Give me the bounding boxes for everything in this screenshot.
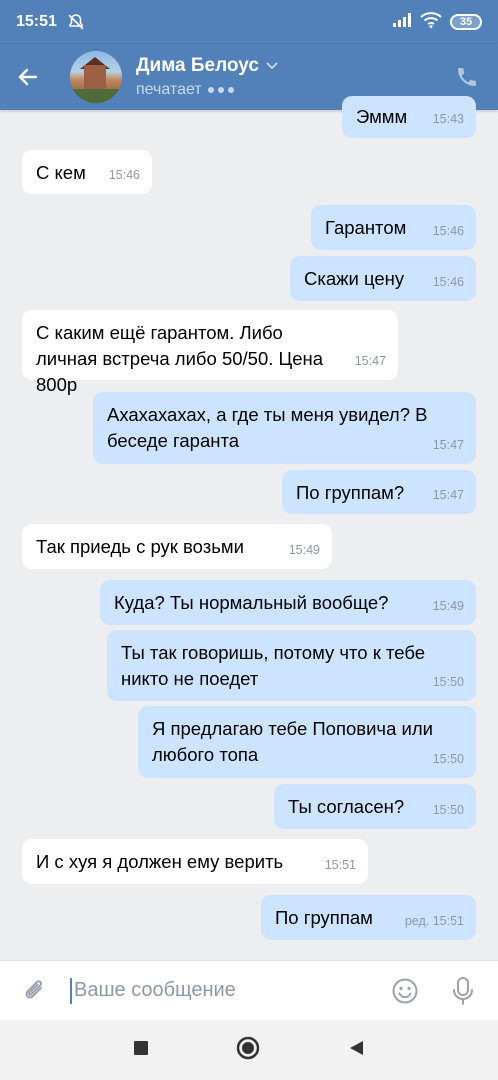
message-composer: Ваше сообщение xyxy=(0,960,498,1020)
chat-title[interactable]: Дима Белоус печатает xyxy=(136,55,279,99)
message-text: С каким ещё гарантом. Либо личная встреч… xyxy=(36,322,324,395)
message-time: ред. 15:51 xyxy=(404,914,464,928)
home-button[interactable] xyxy=(236,1036,260,1065)
voice-message-button[interactable] xyxy=(446,974,480,1008)
message-bubble[interactable]: По группам ред. 15:51 xyxy=(261,895,476,940)
battery-icon: 35 xyxy=(450,14,482,30)
microphone-icon xyxy=(453,976,473,1005)
message-bubble[interactable]: Ты так говоришь, потому что к тебе никто… xyxy=(107,630,476,701)
typing-status: печатает xyxy=(136,81,202,98)
message-bubble[interactable]: Куда? Ты нормальный вообще? 15:49 xyxy=(100,580,476,625)
message-bubble[interactable]: Я предлагаю тебе Поповича или любого топ… xyxy=(138,706,476,778)
message-time: 15:43 xyxy=(432,112,464,126)
message-text: Скажи цену xyxy=(304,268,405,289)
message-bubble[interactable]: Так приедь с рук возьми 15:49 xyxy=(22,524,332,569)
smile-icon xyxy=(392,978,418,1003)
call-button[interactable] xyxy=(452,62,482,92)
avatar[interactable] xyxy=(70,51,122,103)
message-time: 15:46 xyxy=(432,224,464,238)
triangle-left-icon xyxy=(349,1040,363,1055)
recents-button[interactable] xyxy=(133,1040,149,1061)
message-text: Куда? Ты нормальный вообще? xyxy=(114,592,389,613)
message-bubble[interactable]: С кем 15:46 xyxy=(22,150,152,194)
message-bubble[interactable]: Эммм 15:43 xyxy=(342,96,476,138)
paperclip-icon xyxy=(25,979,42,999)
message-input-placeholder: Ваше сообщение xyxy=(74,979,236,1001)
message-text: С кем xyxy=(36,162,86,183)
message-text: Эммм xyxy=(356,106,408,127)
message-time: 15:47 xyxy=(354,354,386,368)
signal-icon xyxy=(392,12,412,33)
message-text: По группам xyxy=(275,907,373,928)
message-text: Ты так говоришь, потому что к тебе никто… xyxy=(121,642,425,689)
message-text: И с хуя я должен ему верить xyxy=(36,851,284,872)
chevron-down-icon xyxy=(266,62,278,70)
message-text: Гарантом xyxy=(325,217,407,238)
back-button[interactable] xyxy=(16,57,56,97)
message-bubble[interactable]: По группам? 15:47 xyxy=(282,470,476,514)
wifi-icon xyxy=(420,11,442,33)
arrow-left-icon xyxy=(18,68,38,86)
message-bubble[interactable]: С каким ещё гарантом. Либо личная встреч… xyxy=(22,310,398,395)
message-time: 15:46 xyxy=(432,275,464,289)
message-time: 15:49 xyxy=(432,599,464,613)
message-time: 15:47 xyxy=(432,438,464,452)
message-text: Ты согласен? xyxy=(288,796,405,817)
back-nav-button[interactable] xyxy=(347,1039,365,1062)
emoji-button[interactable] xyxy=(388,974,422,1008)
phone-icon xyxy=(458,68,476,86)
message-text: Ахахахахах, а где ты меня увидел? В бесе… xyxy=(107,404,428,451)
message-time: 15:46 xyxy=(108,168,140,182)
message-input[interactable]: Ваше сообщение xyxy=(70,977,388,1004)
message-bubble[interactable]: Скажи цену 15:46 xyxy=(290,256,476,301)
status-time: 15:51 xyxy=(16,13,57,30)
message-text: Так приедь с рук возьми xyxy=(36,536,244,557)
circle-icon xyxy=(236,1036,260,1059)
do-not-disturb-icon xyxy=(67,13,85,31)
message-time: 15:51 xyxy=(324,858,356,872)
system-navigation-bar xyxy=(0,1020,498,1080)
message-text: Я предлагаю тебе Поповича или любого топ… xyxy=(152,718,433,765)
message-bubble[interactable]: И с хуя я должен ему верить 15:51 xyxy=(22,839,368,884)
square-icon xyxy=(134,1040,149,1055)
message-bubble[interactable]: Ты согласен? 15:50 xyxy=(274,784,476,829)
message-time: 15:50 xyxy=(432,803,464,817)
message-time: 15:50 xyxy=(432,752,464,766)
message-bubble[interactable]: Гарантом 15:46 xyxy=(311,205,476,250)
message-bubble[interactable]: Ахахахахах, а где ты меня увидел? В бесе… xyxy=(93,392,476,464)
message-text: По группам? xyxy=(296,482,405,503)
text-cursor xyxy=(70,977,72,1004)
message-time: 15:49 xyxy=(288,543,320,557)
message-time: 15:50 xyxy=(432,675,464,689)
status-bar: 15:51 35 xyxy=(0,0,498,44)
contact-name: Дима Белоус xyxy=(136,55,259,76)
typing-dots-icon xyxy=(207,87,234,93)
message-time: 15:47 xyxy=(432,488,464,502)
attach-button[interactable] xyxy=(18,974,52,1008)
